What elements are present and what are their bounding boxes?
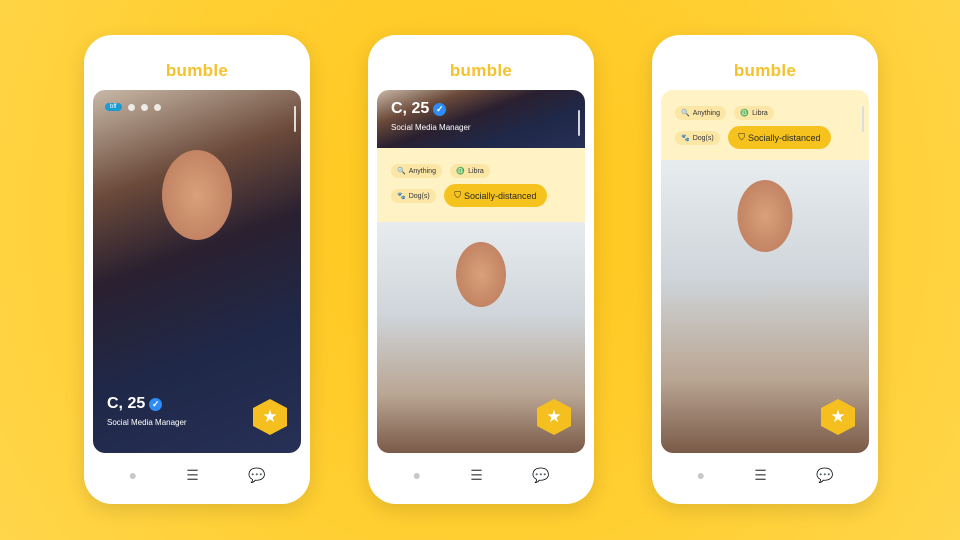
chip-socially-distanced: ⛉ Socially-distanced xyxy=(728,126,831,149)
name-age: C, 25 xyxy=(391,100,430,117)
chip-pets: 🐾 Dog(s) xyxy=(391,189,436,203)
bottom-nav: ● ☰ 💬 xyxy=(652,467,878,484)
profile-photo-top xyxy=(377,90,585,148)
chip-label: Socially-distanced xyxy=(747,132,821,143)
bottom-nav: ● ☰ 💬 xyxy=(368,467,594,484)
scrollbar[interactable] xyxy=(294,106,296,132)
profile-card[interactable]: 🔍 Anything ♎ Libra 🐾 Dog(s) ⛉ Socially-dista… xyxy=(661,90,869,453)
profile-info: 🔍 Anything ♎ Libra 🐾 Dog(s) ⛉ Socially-dista… xyxy=(661,90,869,160)
profile-icon[interactable]: ● xyxy=(129,467,137,484)
pet-icon: 🐾 xyxy=(397,193,406,200)
bumble-logo: bumble xyxy=(449,61,513,80)
profile-card[interactable]: C, 25 ✓ Social Media Manager 🔍 Anything ♎ L… xyxy=(377,90,585,453)
stack-icon[interactable]: ☰ xyxy=(186,467,199,484)
phone-profile-view: bumble bff C, 25 ✓ Social Media Manager ★… xyxy=(84,35,310,504)
mode-icons: bff xyxy=(105,103,161,111)
verified-icon: ✓ xyxy=(433,102,447,116)
zodiac-icon: ♎ xyxy=(456,168,466,175)
profile-icon[interactable]: ● xyxy=(413,467,421,484)
profile-name: C, 25 ✓ xyxy=(391,100,447,118)
verified-icon: ✓ xyxy=(149,397,163,411)
chip-zodiac: ♎ Libra xyxy=(450,164,490,178)
chip-label: Dog(s) xyxy=(408,192,430,200)
profile-job: Social Media Manager xyxy=(391,123,471,132)
chip-label: Anything xyxy=(408,167,436,175)
scrollbar[interactable] xyxy=(862,106,864,132)
chip-socially-distanced: ⛉ Socially-distanced xyxy=(444,184,547,207)
chip-looking-for: 🔍 Anything xyxy=(675,106,726,120)
bumble-logo: bumble xyxy=(165,61,229,80)
profile-info: 🔍 Anything ♎ Libra 🐾 Dog(s) ⛉ Socially-dista… xyxy=(377,148,585,222)
profile-name: C, 25 ✓ xyxy=(107,395,163,413)
mode-icon[interactable] xyxy=(153,103,161,111)
stack-icon[interactable]: ☰ xyxy=(470,467,483,484)
profile-card[interactable]: bff C, 25 ✓ Social Media Manager ★ xyxy=(93,90,301,453)
chip-pets: 🐾 Dog(s) xyxy=(675,131,720,145)
stack-icon[interactable]: ☰ xyxy=(754,467,767,484)
chip-label: Libra xyxy=(468,167,484,175)
name-age: C, 25 xyxy=(107,395,146,412)
shield-icon: ⛉ xyxy=(738,132,745,142)
bumble-logo: bumble xyxy=(733,61,797,80)
chip-label: Socially-distanced xyxy=(463,190,537,201)
phone-scrolled-view: bumble C, 25 ✓ Social Media Manager 🔍 Anyt… xyxy=(368,35,594,504)
zodiac-icon: ♎ xyxy=(740,110,750,117)
profile-job: Social Media Manager xyxy=(107,418,187,427)
pet-icon: 🐾 xyxy=(681,135,690,142)
chip-label: Dog(s) xyxy=(692,134,714,142)
chip-label: Anything xyxy=(692,109,720,117)
mode-icon[interactable] xyxy=(127,103,135,111)
shield-icon: ⛉ xyxy=(454,190,461,200)
chat-icon[interactable]: 💬 xyxy=(816,467,833,484)
chat-icon[interactable]: 💬 xyxy=(248,467,265,484)
phone-photo-view: bumble 🔍 Anything ♎ Libra 🐾 Dog(s) ⛉ Sociall… xyxy=(652,35,878,504)
mode-icon[interactable] xyxy=(140,103,148,111)
chip-label: Libra xyxy=(752,109,768,117)
chip-looking-for: 🔍 Anything xyxy=(391,164,442,178)
search-icon: 🔍 xyxy=(681,110,690,117)
bottom-nav: ● ☰ 💬 xyxy=(84,467,310,484)
search-icon: 🔍 xyxy=(397,168,406,175)
chip-zodiac: ♎ Libra xyxy=(734,106,774,120)
profile-icon[interactable]: ● xyxy=(697,467,705,484)
scrollbar[interactable] xyxy=(578,110,580,136)
bff-badge[interactable]: bff xyxy=(105,103,122,111)
chat-icon[interactable]: 💬 xyxy=(532,467,549,484)
